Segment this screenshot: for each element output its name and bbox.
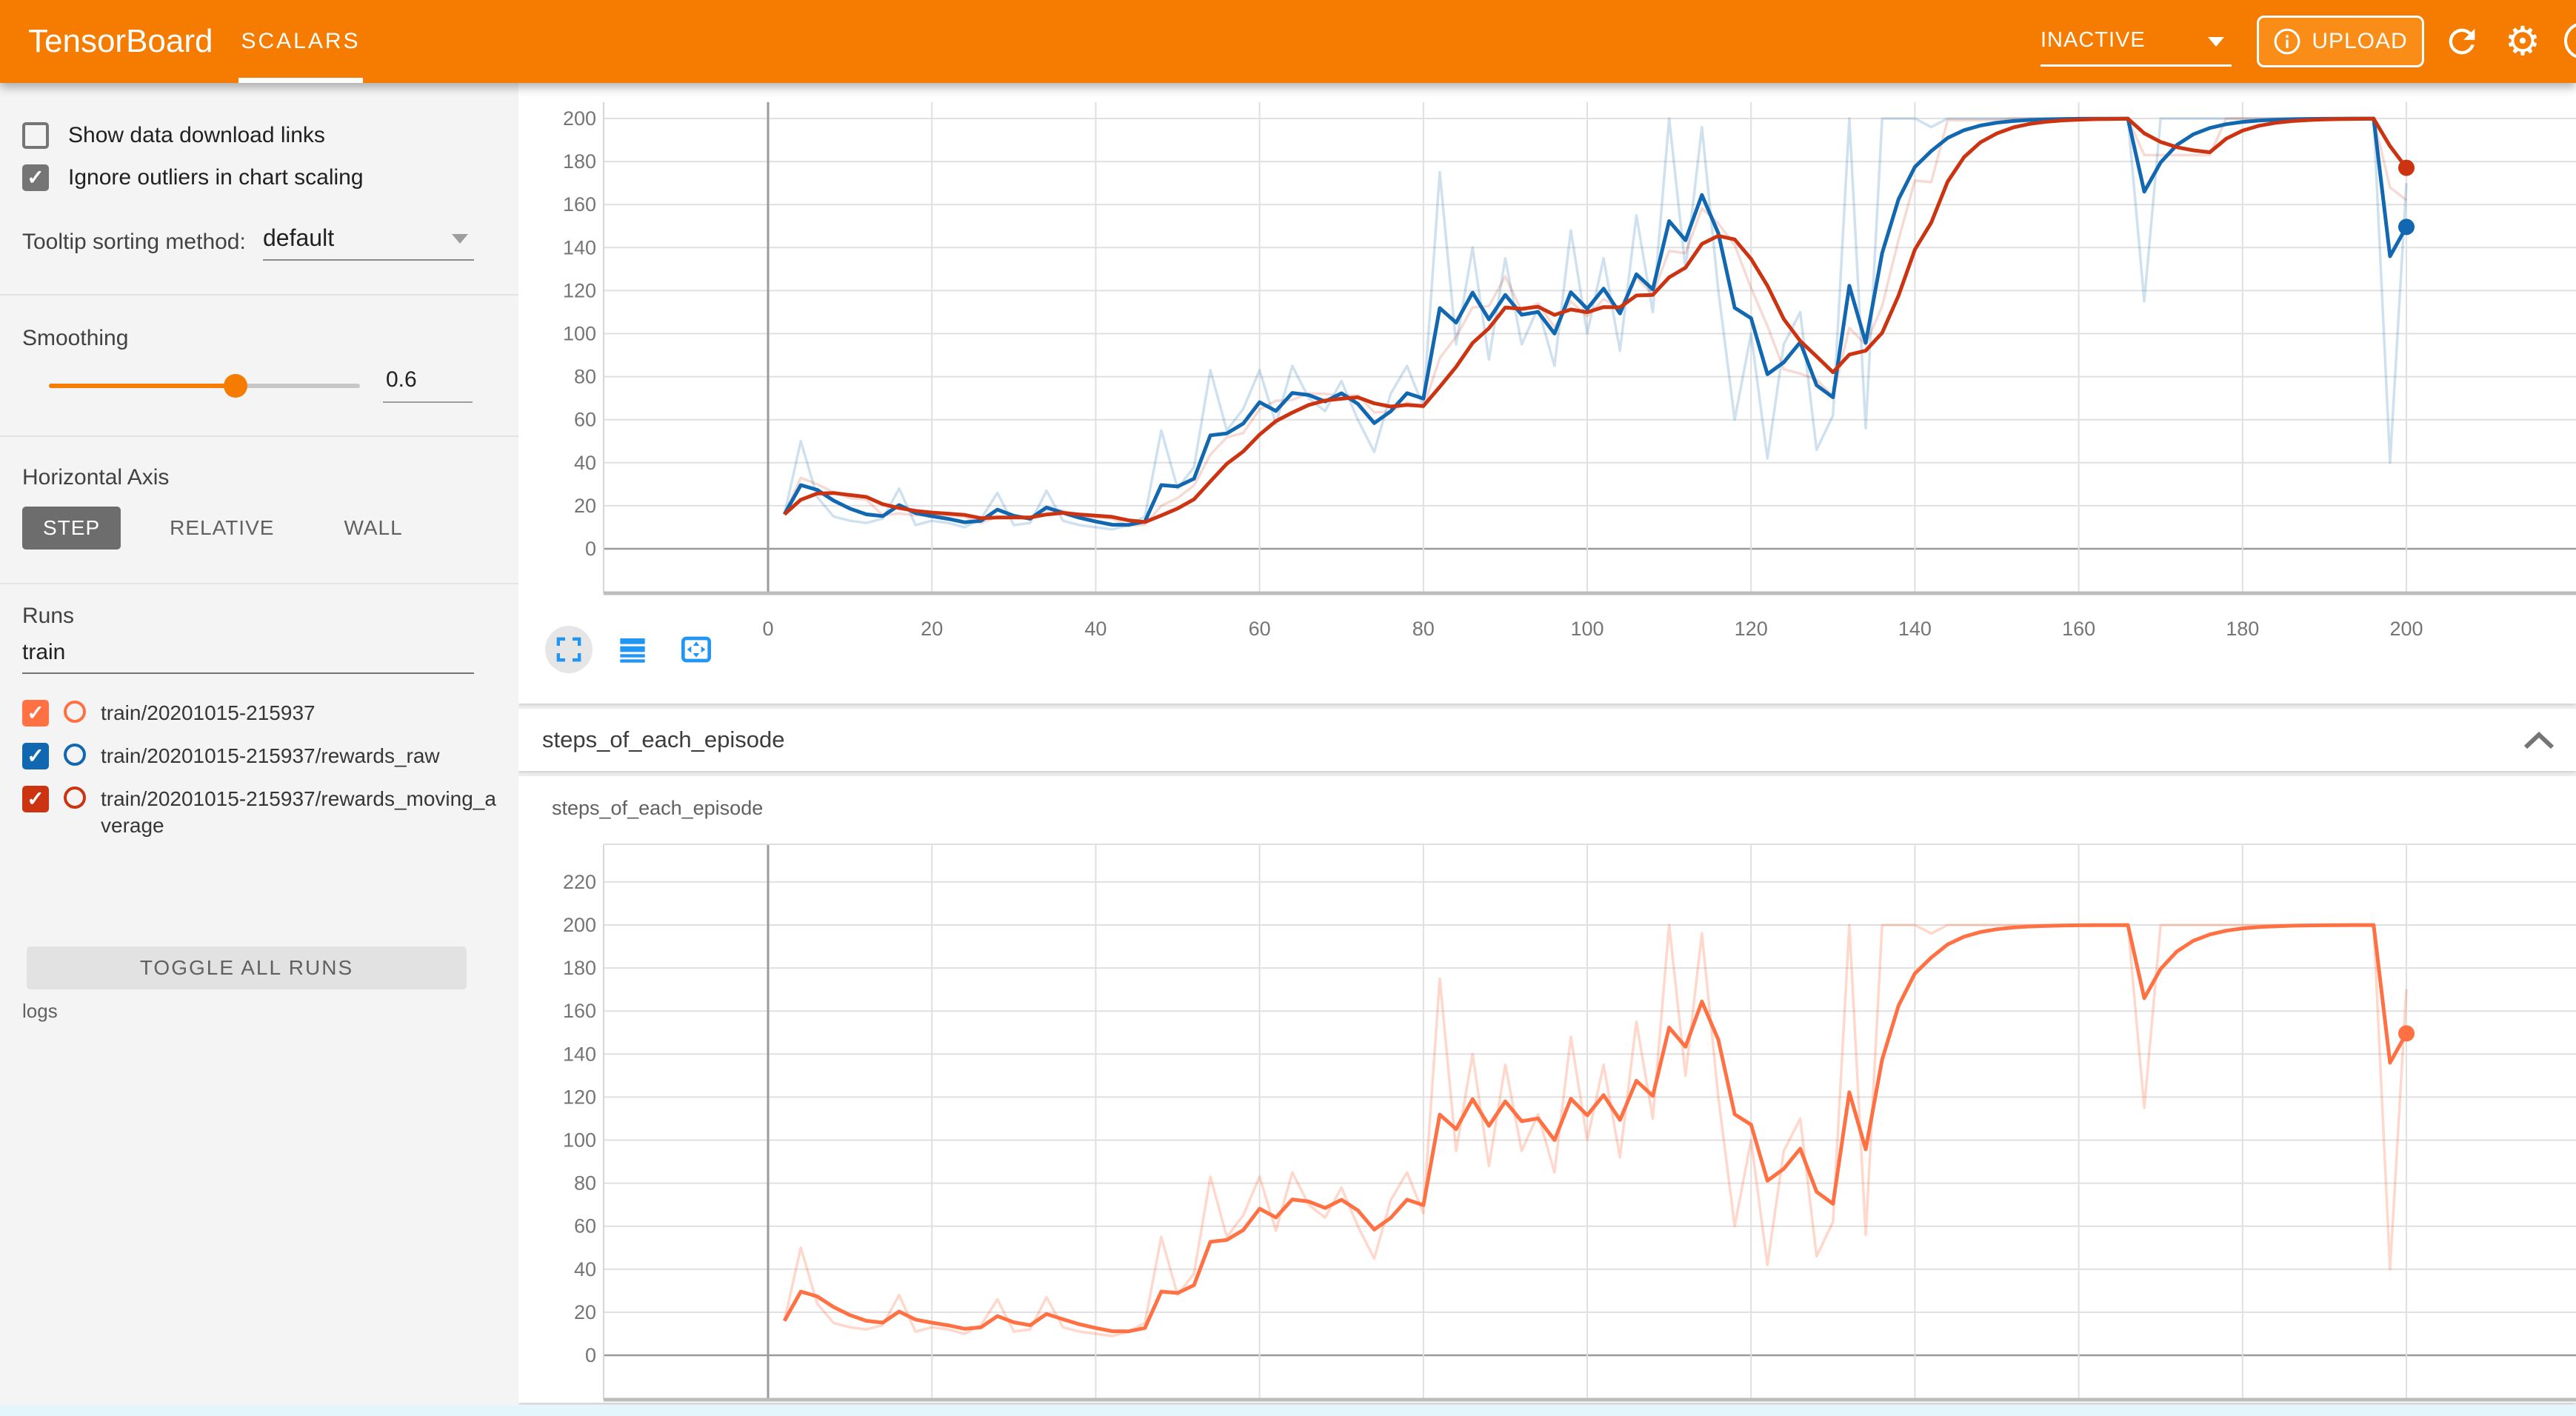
run-row[interactable]: ✓ train/20201015-215937/rewards_moving_a… [22,786,501,839]
smoothing-value-input[interactable]: 0.6 [383,367,473,403]
show-download-links-checkbox[interactable] [22,122,49,149]
run-isolate-radio[interactable] [64,787,86,809]
run-label[interactable]: train/20201015-215937/rewards_moving_ave… [101,786,501,839]
horizontal-scrollbar-track[interactable] [0,1405,2576,1416]
chart-title: steps_of_each_episode [552,797,763,820]
ignore-outliers-checkbox[interactable]: ✓ [22,164,49,191]
run-isolate-radio[interactable] [64,701,86,723]
run-label[interactable]: train/20201015-215937 [101,700,501,727]
smoothing-label: Smoothing [22,326,128,351]
collapse-section-button[interactable] [2523,731,2555,754]
run-checkbox[interactable]: ✓ [22,786,49,812]
scalar-chart-card-rewards[interactable] [518,83,2576,704]
tooltip-sorting-value: default [263,224,334,251]
axis-relative-button[interactable]: RELATIVE [149,507,295,550]
ignore-outliers-label: Ignore outliers in chart scaling [68,165,364,190]
runs-label: Runs [22,604,74,629]
smoothing-slider[interactable] [49,384,360,388]
scalar-chart-card-steps[interactable]: steps_of_each_episode [518,776,2576,1403]
divider [0,583,518,584]
fullscreen-icon [554,635,584,664]
horizontal-axis-label: Horizontal Axis [22,465,169,490]
run-row[interactable]: ✓ train/20201015-215937/rewards_raw [22,743,501,769]
section-header-steps-of-each-episode[interactable]: steps_of_each_episode [518,709,2576,771]
run-group-label: logs [22,1000,58,1023]
status-dropdown[interactable]: INACTIVE [2041,18,2232,67]
axis-step-button[interactable]: STEP [22,507,121,550]
show-download-links-row[interactable]: Show data download links [22,122,325,149]
show-download-links-label: Show data download links [68,123,325,148]
data-table-icon [618,635,647,664]
fit-domain-icon [680,635,713,664]
status-dropdown-value: INACTIVE [2041,28,2146,52]
ignore-outliers-row[interactable]: ✓ Ignore outliers in chart scaling [22,164,364,191]
toggle-all-runs-button[interactable]: TOGGLE ALL RUNS [27,946,467,989]
data-table-button[interactable] [609,626,656,673]
chevron-down-icon [2208,37,2224,47]
tooltip-sorting-dropdown[interactable]: default [263,221,474,261]
run-checkbox[interactable]: ✓ [22,700,49,727]
chevron-up-icon [2523,731,2555,750]
chart-toolbar [545,626,720,673]
run-label[interactable]: train/20201015-215937/rewards_raw [101,743,501,769]
horizontal-axis-group: STEP RELATIVE WALL [22,507,424,550]
refresh-icon [2443,22,2481,61]
axis-wall-button[interactable]: WALL [323,507,423,550]
settings-sidebar: Show data download links ✓ Ignore outlie… [0,83,518,1416]
app-header: TensorBoard SCALARS INACTIVE UPLOAD ⚙ ? [0,0,2576,83]
refresh-button[interactable] [2440,19,2484,64]
smoothing-slider-fill [49,384,236,388]
upload-button-label: UPLOAD [2312,29,2407,54]
chevron-down-icon [452,234,468,244]
divider [0,435,518,437]
gear-icon: ⚙ [2505,19,2540,64]
fit-domain-button[interactable] [673,626,720,673]
runs-filter-input[interactable]: train [22,640,474,674]
app-title: TensorBoard [28,0,213,83]
smoothing-slider-knob[interactable] [224,374,247,398]
info-icon [2273,27,2301,56]
help-button[interactable]: ? [2564,22,2576,59]
upload-button[interactable]: UPLOAD [2257,16,2424,67]
expand-chart-button[interactable] [545,626,593,673]
divider [0,294,518,295]
run-checkbox[interactable]: ✓ [22,743,49,769]
run-row[interactable]: ✓ train/20201015-215937 [22,700,501,727]
tab-scalars[interactable]: SCALARS [238,0,363,83]
settings-button[interactable]: ⚙ [2500,19,2545,64]
section-title: steps_of_each_episode [542,709,784,771]
tooltip-sorting-label: Tooltip sorting method: [22,230,246,255]
run-isolate-radio[interactable] [64,744,86,766]
